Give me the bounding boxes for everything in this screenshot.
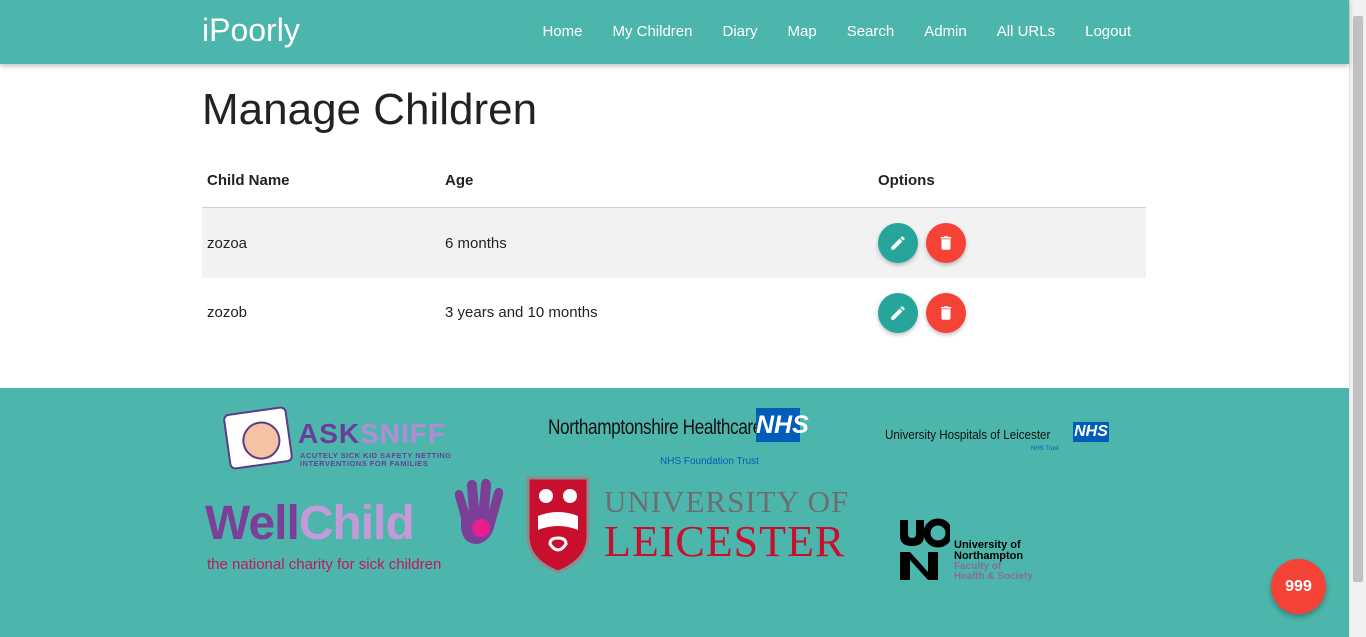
- nav-diary[interactable]: Diary: [722, 23, 757, 40]
- northants-sub: NHS Foundation Trust: [660, 456, 759, 467]
- asksniff-word-ask: ASK: [298, 418, 361, 449]
- nhs-badge: NHS: [756, 408, 809, 442]
- pencil-icon: [891, 236, 905, 250]
- page-title: Manage Children: [202, 85, 538, 134]
- brand-logo[interactable]: iPoorly: [202, 12, 300, 49]
- delete-child-button[interactable]: [926, 223, 967, 264]
- table-header-row: Child Name Age Options: [202, 158, 1146, 209]
- trash-icon: [940, 306, 952, 320]
- nhs-badge: NHS: [1073, 422, 1109, 442]
- wellchild-word-child: Child: [298, 497, 415, 550]
- child-name-cell: zozoa: [207, 234, 248, 252]
- header-child-name: Child Name: [202, 158, 440, 209]
- header-age: Age: [440, 158, 873, 209]
- uol-line1: UNIVERSITY OF: [604, 484, 850, 519]
- navbar: iPoorly Home My Children Diary Map Searc…: [0, 0, 1349, 64]
- nav-admin[interactable]: Admin: [924, 23, 967, 40]
- nav-search[interactable]: Search: [847, 23, 895, 40]
- uon-line2: Faculty of Health & Society: [954, 561, 1033, 582]
- pencil-icon: [891, 306, 905, 320]
- uon-line1: University of Northampton: [954, 539, 1024, 562]
- nav-home[interactable]: Home: [542, 23, 582, 40]
- table-row: zozob 3 years and 10 months: [202, 278, 1146, 348]
- scrollbar-thumb[interactable]: [1353, 16, 1363, 582]
- university-of-northampton-logo: University of Northampton Faculty of Hea…: [898, 518, 1066, 584]
- uhl-logo: University Hospitals of Leicester NHS NH…: [885, 422, 1110, 458]
- edit-child-button[interactable]: [878, 292, 918, 333]
- uon-mark-icon: [900, 518, 950, 580]
- main-content: Manage Children Child Name Age Options z…: [202, 64, 1146, 348]
- children-table: Child Name Age Options zozoa 6 months zo…: [202, 158, 1146, 348]
- uhl-name: University Hospitals of Leicester: [885, 428, 1051, 442]
- shield-icon: [526, 476, 590, 574]
- wellchild-wordmark: WellChild: [205, 496, 415, 551]
- uhl-sub: NHS Trust: [1031, 446, 1059, 452]
- child-age-cell: 3 years and 10 months: [445, 304, 598, 322]
- nav-map[interactable]: Map: [788, 23, 817, 40]
- emergency-999-button[interactable]: 999: [1271, 559, 1326, 614]
- asksniff-word-sniff: SNIFF: [360, 418, 447, 449]
- delete-child-button[interactable]: [926, 292, 967, 333]
- table-row: zozoa 6 months: [202, 207, 1146, 278]
- child-name-cell: zozob: [207, 304, 248, 322]
- asksniff-tagline: ACUTELY SICK KID SAFETY NETTING INTERVEN…: [300, 451, 452, 469]
- northants-name: Northamptonshire Healthcare: [548, 416, 762, 439]
- child-face-icon: [222, 405, 294, 471]
- northamptonshire-healthcare-logo: Northamptonshire Healthcare NHS NHS Foun…: [548, 406, 809, 470]
- hand-icon: [454, 478, 504, 544]
- child-age-cell: 6 months: [445, 234, 507, 252]
- asksniff-logo: ASKSNIFF ACUTELY SICK KID SAFETY NETTING…: [222, 405, 474, 471]
- page-scrollbar[interactable]: [1349, 0, 1366, 637]
- asksniff-wordmark: ASKSNIFF: [298, 418, 446, 450]
- nav-menu: Home My Children Diary Map Search Admin …: [512, 0, 1131, 64]
- wellchild-word-well: Well: [205, 497, 300, 550]
- university-of-leicester-logo: UNIVERSITY OF LEICESTER: [524, 476, 848, 576]
- header-options: Options: [873, 158, 1146, 209]
- asksniff-tagline-2: INTERVENTIONS FOR FAMILIES: [300, 459, 429, 469]
- options-cell: [873, 278, 1146, 348]
- trash-icon: [940, 236, 952, 250]
- nav-logout[interactable]: Logout: [1085, 23, 1131, 40]
- wellchild-logo: WellChild the national charity for sick …: [205, 478, 504, 574]
- uol-line2: LEICESTER: [604, 517, 846, 566]
- nav-my-children[interactable]: My Children: [612, 23, 692, 40]
- nav-all-urls[interactable]: All URLs: [997, 23, 1055, 40]
- edit-child-button[interactable]: [878, 223, 918, 264]
- options-cell: [873, 208, 1146, 278]
- wellchild-tagline: the national charity for sick children: [207, 556, 442, 573]
